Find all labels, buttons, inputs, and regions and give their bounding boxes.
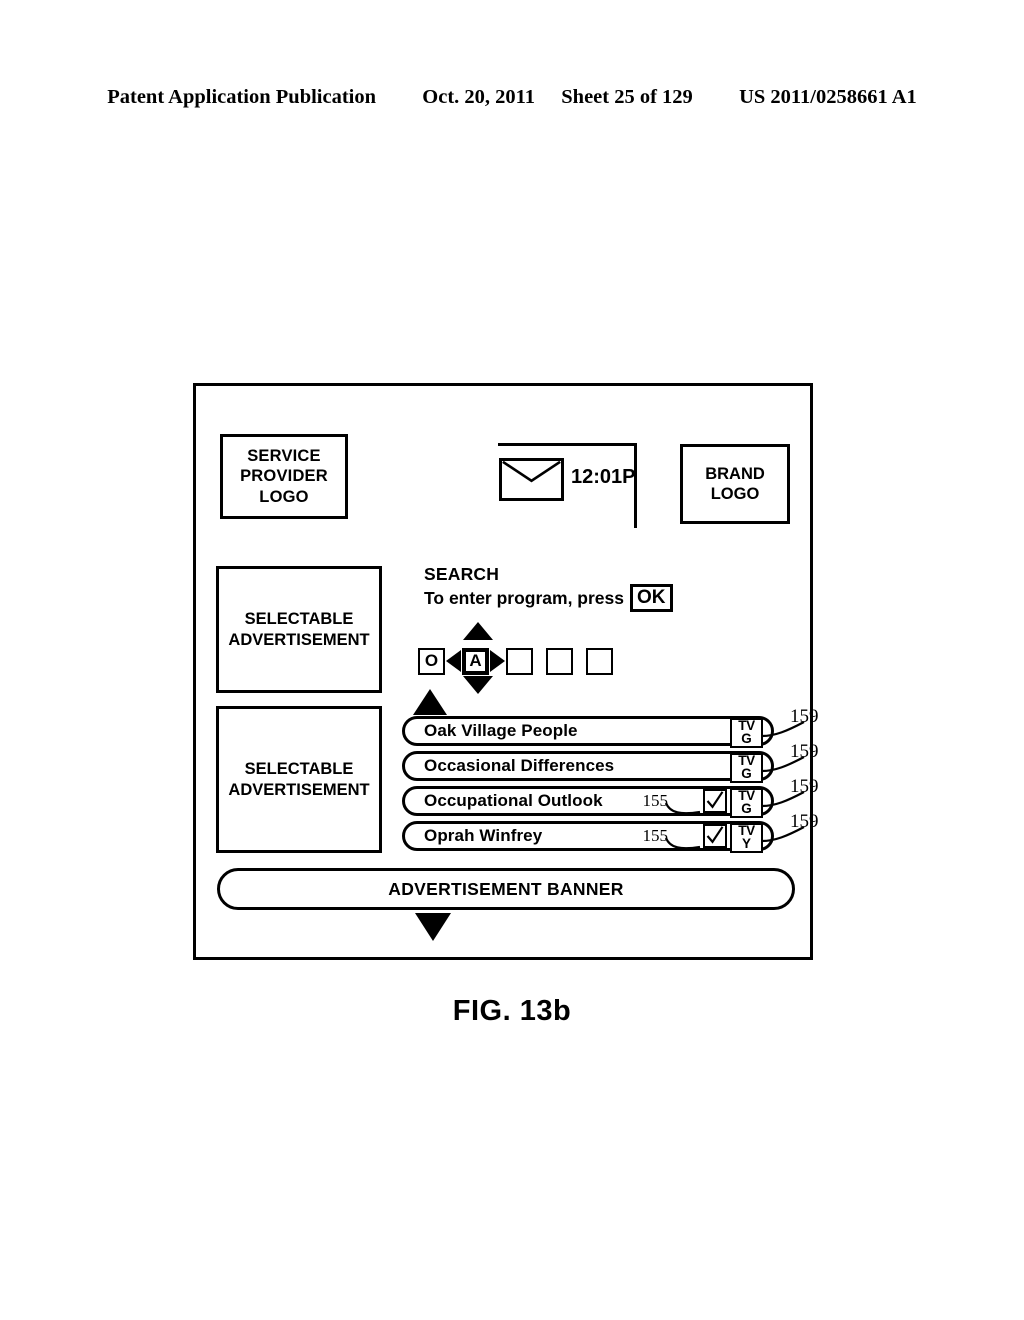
triangle-left-icon[interactable] xyxy=(446,650,461,672)
page-header: Patent Application Publication Oct. 20, … xyxy=(0,86,1024,109)
scroll-down-arrow-icon[interactable] xyxy=(415,913,451,941)
rating-badge: TV G xyxy=(730,718,763,748)
selectable-advertisement-1[interactable]: SELECTABLE ADVERTISEMENT xyxy=(216,566,382,693)
header-date: Oct. 20, 2011 xyxy=(422,86,536,108)
brand-logo-label: BRAND LOGO xyxy=(705,464,765,503)
reference-numeral-159: 159 xyxy=(790,741,819,762)
reference-numeral-159: 159 xyxy=(790,776,819,797)
rating-badge: TV G xyxy=(730,753,763,783)
search-instruction-text: To enter program, press xyxy=(424,587,625,608)
program-title: Oprah Winfrey xyxy=(424,826,543,845)
record-checkbox[interactable] xyxy=(703,789,727,813)
leader-line-155 xyxy=(664,802,701,815)
triangle-down-icon[interactable] xyxy=(463,676,493,694)
rating-badge-bottom: G xyxy=(741,766,752,781)
search-entry-cell-4[interactable] xyxy=(546,647,573,675)
figure-outer-frame: SERVICE PROVIDER LOGO 12:01P BRAND LOGO … xyxy=(193,383,819,960)
program-title: Occupational Outlook xyxy=(424,791,603,810)
table-row[interactable]: Oak Village People TV G 159 xyxy=(402,706,819,748)
search-title: SEARCH xyxy=(424,564,500,584)
service-provider-logo-label: SERVICE PROVIDER LOGO xyxy=(240,447,328,506)
search-entry-cell-5[interactable] xyxy=(586,647,613,675)
rating-badge-bottom: G xyxy=(741,801,752,816)
search-entry-cell-3[interactable] xyxy=(506,647,533,675)
search-entry-row: O A xyxy=(418,647,613,675)
reference-numeral-159: 159 xyxy=(790,811,819,832)
header-publication: Patent Application Publication xyxy=(107,86,377,108)
program-results-list: Oak Village People TV G 159 Occasional D… xyxy=(402,706,819,856)
ok-button[interactable]: OK xyxy=(630,584,673,612)
advertisement-banner[interactable]: ADVERTISEMENT BANNER xyxy=(217,868,795,910)
table-row[interactable]: Occupational Outlook 155 TV G 159 xyxy=(402,776,819,818)
envelope-icon[interactable] xyxy=(499,458,564,501)
leader-line-155 xyxy=(664,837,701,850)
program-title: Oak Village People xyxy=(424,721,578,740)
rating-badge-bottom: Y xyxy=(741,836,751,851)
rating-badge-bottom: G xyxy=(741,731,752,746)
rating-badge: TV Y xyxy=(730,823,763,853)
scroll-up-arrow-icon[interactable] xyxy=(413,689,447,715)
figure-caption: FIG. 13b xyxy=(452,995,572,1027)
triangle-right-icon[interactable] xyxy=(490,650,505,672)
brand-logo-box: BRAND LOGO xyxy=(680,444,790,524)
header-sheet: Sheet 25 of 129 xyxy=(561,86,693,108)
selectable-advertisement-2-label: SELECTABLE ADVERTISEMENT xyxy=(228,760,370,799)
triangle-up-icon[interactable] xyxy=(463,622,493,640)
header-document-number: US 2011/0258661 A1 xyxy=(739,86,917,108)
clock-time: 12:01P xyxy=(571,466,636,488)
search-entry-cell-2[interactable]: A xyxy=(462,647,489,675)
service-provider-logo-box: SERVICE PROVIDER LOGO xyxy=(220,434,348,519)
search-instruction-row: To enter program, press OK xyxy=(424,584,673,612)
table-row[interactable]: Oprah Winfrey 155 TV Y 159 xyxy=(402,811,819,853)
advertisement-banner-label: ADVERTISEMENT BANNER xyxy=(388,878,624,899)
program-title: Occasional Differences xyxy=(424,756,615,775)
selectable-advertisement-1-label: SELECTABLE ADVERTISEMENT xyxy=(228,610,370,649)
record-checkbox[interactable] xyxy=(703,824,727,848)
search-entry-cell-1[interactable]: O xyxy=(418,647,445,675)
selectable-advertisement-2[interactable]: SELECTABLE ADVERTISEMENT xyxy=(216,706,382,853)
rating-badge: TV G xyxy=(730,788,763,818)
table-row[interactable]: Occasional Differences TV G 159 xyxy=(402,741,819,783)
reference-numeral-159: 159 xyxy=(790,706,819,727)
